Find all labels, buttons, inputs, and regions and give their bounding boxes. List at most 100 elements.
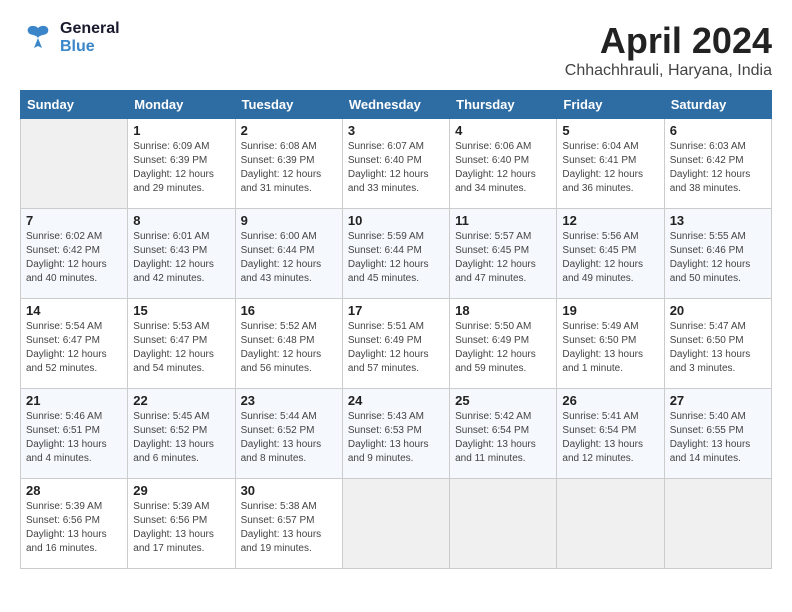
- day-number: 19: [562, 303, 658, 318]
- logo-bird-icon: [20, 20, 56, 56]
- day-info: Sunrise: 5:47 AM Sunset: 6:50 PM Dayligh…: [670, 320, 766, 376]
- day-info: Sunrise: 5:44 AM Sunset: 6:52 PM Dayligh…: [241, 410, 337, 466]
- day-number: 22: [133, 393, 229, 408]
- calendar-cell: 3Sunrise: 6:07 AM Sunset: 6:40 PM Daylig…: [342, 119, 449, 209]
- calendar-cell: 27 Sunrise: 5:40 AM Sunset: 6:55 PM Dayli…: [664, 389, 771, 479]
- calendar-week-row: 1 Sunrise: 6:09 AM Sunset: 6:39 PM Daylig…: [21, 119, 772, 209]
- day-number: 20: [670, 303, 766, 318]
- day-info: Sunrise: 5:56 AM Sunset: 6:45 PM Dayligh…: [562, 230, 658, 286]
- calendar-cell: 7 Sunrise: 6:02 AM Sunset: 6:42 PM Daylig…: [21, 209, 128, 299]
- day-number: 29: [133, 483, 229, 498]
- calendar-table: SundayMondayTuesdayWednesdayThursdayFrid…: [20, 90, 772, 569]
- calendar-cell: 23 Sunrise: 5:44 AM Sunset: 6:52 PM Dayli…: [235, 389, 342, 479]
- day-info: Sunrise: 5:59 AM Sunset: 6:44 PM Dayligh…: [348, 230, 444, 286]
- month-year-title: April 2024: [565, 20, 772, 62]
- calendar-week-row: 21 Sunrise: 5:46 AM Sunset: 6:51 PM Dayli…: [21, 389, 772, 479]
- calendar-cell: 28 Sunrise: 5:39 AM Sunset: 6:56 PM Dayli…: [21, 479, 128, 569]
- calendar-cell: [557, 479, 664, 569]
- calendar-cell: 9 Sunrise: 6:00 AM Sunset: 6:44 PM Daylig…: [235, 209, 342, 299]
- day-number: 18: [455, 303, 551, 318]
- calendar-cell: 19Sunrise: 5:49 AM Sunset: 6:50 PM Dayli…: [557, 299, 664, 389]
- calendar-cell: 14 Sunrise: 5:54 AM Sunset: 6:47 PM Dayli…: [21, 299, 128, 389]
- day-number: 24: [348, 393, 444, 408]
- page-header: General Blue April 2024 Chhachhrauli, Ha…: [20, 20, 772, 80]
- day-number: 10: [348, 213, 444, 228]
- calendar-cell: [342, 479, 449, 569]
- day-number: 21: [26, 393, 122, 408]
- day-info: Sunrise: 5:46 AM Sunset: 6:51 PM Dayligh…: [26, 410, 122, 466]
- day-number: 9: [241, 213, 337, 228]
- calendar-cell: [21, 119, 128, 209]
- title-block: April 2024 Chhachhrauli, Haryana, India: [565, 20, 772, 80]
- calendar-cell: 6Sunrise: 6:03 AM Sunset: 6:42 PM Daylig…: [664, 119, 771, 209]
- day-info: Sunrise: 5:40 AM Sunset: 6:55 PM Dayligh…: [670, 410, 766, 466]
- day-info: Sunrise: 6:04 AM Sunset: 6:41 PM Dayligh…: [562, 140, 658, 196]
- col-header-sunday: Sunday: [21, 91, 128, 119]
- day-number: 2: [241, 123, 337, 138]
- day-info: Sunrise: 5:54 AM Sunset: 6:47 PM Dayligh…: [26, 320, 122, 376]
- col-header-wednesday: Wednesday: [342, 91, 449, 119]
- day-info: Sunrise: 5:39 AM Sunset: 6:56 PM Dayligh…: [133, 500, 229, 556]
- day-number: 23: [241, 393, 337, 408]
- day-info: Sunrise: 5:43 AM Sunset: 6:53 PM Dayligh…: [348, 410, 444, 466]
- calendar-cell: 16Sunrise: 5:52 AM Sunset: 6:48 PM Dayli…: [235, 299, 342, 389]
- calendar-cell: 22Sunrise: 5:45 AM Sunset: 6:52 PM Dayli…: [128, 389, 235, 479]
- day-info: Sunrise: 6:02 AM Sunset: 6:42 PM Dayligh…: [26, 230, 122, 286]
- calendar-cell: 11Sunrise: 5:57 AM Sunset: 6:45 PM Dayli…: [450, 209, 557, 299]
- day-info: Sunrise: 5:51 AM Sunset: 6:49 PM Dayligh…: [348, 320, 444, 376]
- calendar-cell: 13 Sunrise: 5:55 AM Sunset: 6:46 PM Dayli…: [664, 209, 771, 299]
- calendar-cell: 25 Sunrise: 5:42 AM Sunset: 6:54 PM Dayli…: [450, 389, 557, 479]
- day-info: Sunrise: 6:08 AM Sunset: 6:39 PM Dayligh…: [241, 140, 337, 196]
- day-number: 13: [670, 213, 766, 228]
- day-number: 4: [455, 123, 551, 138]
- day-info: Sunrise: 5:57 AM Sunset: 6:45 PM Dayligh…: [455, 230, 551, 286]
- day-info: Sunrise: 5:53 AM Sunset: 6:47 PM Dayligh…: [133, 320, 229, 376]
- day-info: Sunrise: 6:06 AM Sunset: 6:40 PM Dayligh…: [455, 140, 551, 196]
- logo: General Blue: [20, 20, 120, 56]
- calendar-cell: 26Sunrise: 5:41 AM Sunset: 6:54 PM Dayli…: [557, 389, 664, 479]
- day-info: Sunrise: 6:09 AM Sunset: 6:39 PM Dayligh…: [133, 140, 229, 196]
- calendar-header-row: SundayMondayTuesdayWednesdayThursdayFrid…: [21, 91, 772, 119]
- logo-blue: Blue: [60, 38, 120, 56]
- calendar-cell: 1 Sunrise: 6:09 AM Sunset: 6:39 PM Daylig…: [128, 119, 235, 209]
- day-info: Sunrise: 5:50 AM Sunset: 6:49 PM Dayligh…: [455, 320, 551, 376]
- calendar-week-row: 14 Sunrise: 5:54 AM Sunset: 6:47 PM Dayli…: [21, 299, 772, 389]
- day-info: Sunrise: 5:42 AM Sunset: 6:54 PM Dayligh…: [455, 410, 551, 466]
- calendar-cell: 2 Sunrise: 6:08 AM Sunset: 6:39 PM Daylig…: [235, 119, 342, 209]
- calendar-cell: 17 Sunrise: 5:51 AM Sunset: 6:49 PM Dayli…: [342, 299, 449, 389]
- day-info: Sunrise: 6:01 AM Sunset: 6:43 PM Dayligh…: [133, 230, 229, 286]
- day-number: 26: [562, 393, 658, 408]
- calendar-week-row: 7 Sunrise: 6:02 AM Sunset: 6:42 PM Daylig…: [21, 209, 772, 299]
- day-number: 27: [670, 393, 766, 408]
- logo-text: General Blue: [60, 20, 120, 55]
- location-subtitle: Chhachhrauli, Haryana, India: [565, 62, 772, 80]
- day-info: Sunrise: 6:00 AM Sunset: 6:44 PM Dayligh…: [241, 230, 337, 286]
- col-header-monday: Monday: [128, 91, 235, 119]
- day-info: Sunrise: 5:52 AM Sunset: 6:48 PM Dayligh…: [241, 320, 337, 376]
- calendar-cell: 8Sunrise: 6:01 AM Sunset: 6:43 PM Daylig…: [128, 209, 235, 299]
- col-header-thursday: Thursday: [450, 91, 557, 119]
- calendar-cell: 18 Sunrise: 5:50 AM Sunset: 6:49 PM Dayli…: [450, 299, 557, 389]
- calendar-cell: [664, 479, 771, 569]
- day-number: 14: [26, 303, 122, 318]
- day-number: 5: [562, 123, 658, 138]
- col-header-friday: Friday: [557, 91, 664, 119]
- day-number: 17: [348, 303, 444, 318]
- day-number: 3: [348, 123, 444, 138]
- day-number: 6: [670, 123, 766, 138]
- day-number: 7: [26, 213, 122, 228]
- col-header-tuesday: Tuesday: [235, 91, 342, 119]
- day-info: Sunrise: 5:39 AM Sunset: 6:56 PM Dayligh…: [26, 500, 122, 556]
- day-number: 28: [26, 483, 122, 498]
- calendar-cell: [450, 479, 557, 569]
- col-header-saturday: Saturday: [664, 91, 771, 119]
- day-number: 30: [241, 483, 337, 498]
- calendar-cell: 12Sunrise: 5:56 AM Sunset: 6:45 PM Dayli…: [557, 209, 664, 299]
- day-number: 1: [133, 123, 229, 138]
- day-info: Sunrise: 5:55 AM Sunset: 6:46 PM Dayligh…: [670, 230, 766, 286]
- calendar-cell: 29 Sunrise: 5:39 AM Sunset: 6:56 PM Dayli…: [128, 479, 235, 569]
- calendar-cell: 21 Sunrise: 5:46 AM Sunset: 6:51 PM Dayli…: [21, 389, 128, 479]
- calendar-week-row: 28 Sunrise: 5:39 AM Sunset: 6:56 PM Dayli…: [21, 479, 772, 569]
- day-number: 25: [455, 393, 551, 408]
- day-number: 15: [133, 303, 229, 318]
